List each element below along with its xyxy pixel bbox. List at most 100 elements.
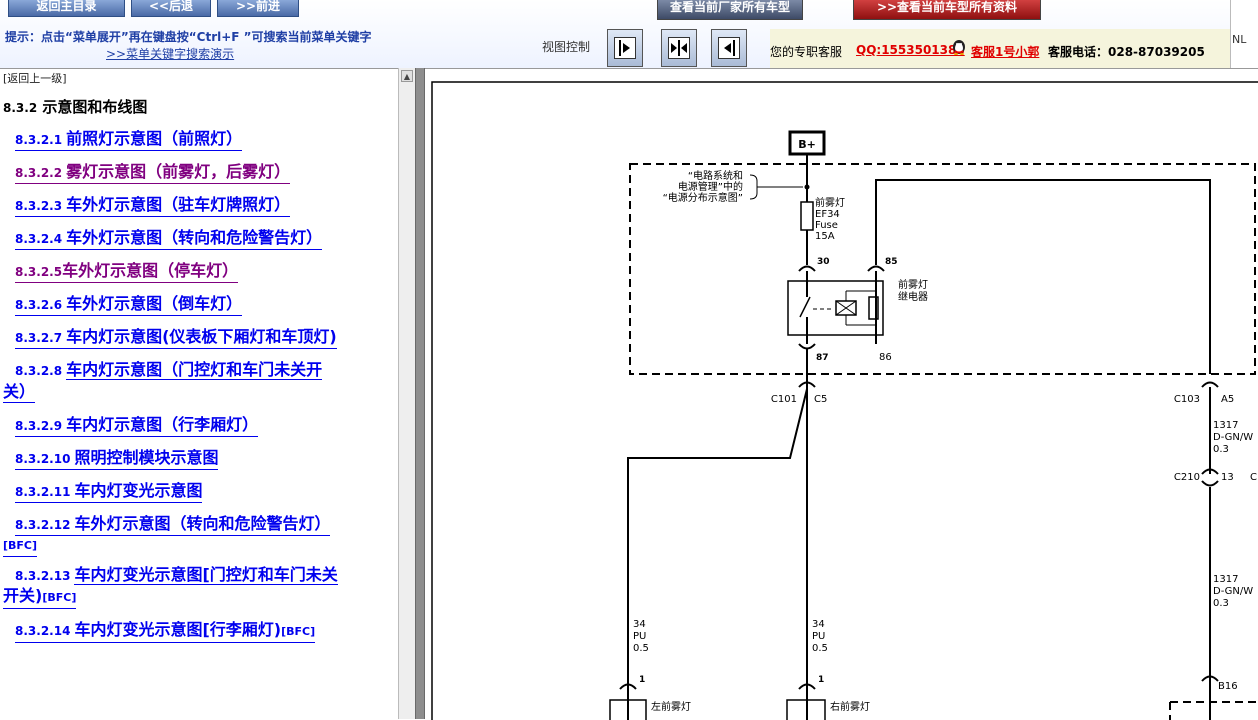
menu-item-1[interactable]: 8.3.2.1 前照灯示意图（前照灯） — [15, 129, 243, 151]
menu-item-number: 8.3.2.7 — [15, 331, 63, 345]
scroll-up-icon[interactable]: ▲ — [401, 70, 413, 82]
view-expand-right-button[interactable] — [607, 29, 643, 67]
service-agent-link[interactable]: 客服1号小郭 — [971, 43, 1039, 60]
menu-item-number: 8.3.2.14 — [15, 624, 71, 638]
menu-item-title: 雾灯示意图（前雾灯，后雾灯） — [66, 162, 291, 181]
view-control-label: 视图控制 — [542, 40, 591, 54]
menu-item-10[interactable]: 8.3.2.10 照明控制模块示意图 — [15, 448, 219, 470]
menu-item-3[interactable]: 8.3.2.3 车外灯示意图（驻车灯牌照灯） — [15, 195, 291, 217]
left-fog-lamp-label: 左前雾灯 — [651, 700, 691, 713]
wire-1317-a-size: 0.3 — [1213, 444, 1229, 455]
menu-item-number: 8.3.2.1 — [15, 133, 63, 147]
view-expand-left-button[interactable] — [711, 29, 747, 67]
home-button[interactable]: 返回主目录 — [8, 0, 125, 17]
menu-item-title: 车内灯变光示意图[门控灯和车门未关 — [74, 565, 338, 585]
menu-item-title: 前照灯示意图（前照灯） — [66, 129, 243, 148]
menu-item-title: 车外灯示意图（驻车灯牌照灯） — [66, 195, 291, 214]
menu-item-title: 车外灯示意图（转向和危险警告灯） — [74, 514, 331, 533]
menu-item-12[interactable]: 8.3.2.12 车外灯示意图（转向和危险警告灯） — [15, 514, 331, 536]
bfc-tag: [BFC] — [42, 591, 77, 604]
service-qq-link[interactable]: QQ:1553501388 — [856, 43, 965, 57]
fuse-label-2: EF34 — [815, 209, 840, 220]
fuse-label-4: 15A — [815, 231, 835, 242]
pin-87-label: 87 — [816, 353, 829, 363]
menu-item-number: 8.3.2.3 — [15, 199, 63, 213]
pin-30-label: 30 — [817, 257, 830, 267]
menu-item-13[interactable]: 8.3.2.13 车内灯变光示意图[门控灯和车门未关 — [15, 565, 338, 586]
menu-item-8[interactable]: 8.3.2.8 车内灯示意图（门控灯和车门未关开 — [15, 360, 323, 381]
menu-item-13-cont[interactable]: 开关)[BFC] — [3, 586, 77, 609]
conn-c101-label: C101 — [771, 394, 797, 405]
menu-item-4[interactable]: 8.3.2.4 车外灯示意图（转向和危险警告灯） — [15, 228, 323, 250]
menu-item-number: 8.3.2.2 — [15, 166, 63, 180]
menu-item-number: 8.3.2.10 — [15, 452, 71, 466]
qq-penguin-icon[interactable] — [950, 37, 968, 55]
menu-item-title-cont: 关） — [3, 382, 36, 401]
menu-item-title: 车内灯示意图（门控灯和车门未关开 — [66, 360, 323, 380]
conn-c5-label: C5 — [814, 394, 827, 405]
conn-edge-label: C — [1250, 472, 1257, 483]
bfc-tag: [BFC] — [3, 539, 38, 552]
service-phone: 客服电话：028-87039205 — [1048, 45, 1205, 59]
customer-service-box: 您的专职客服 QQ:1553501388 客服1号小郭 客服电话：028-870… — [770, 29, 1230, 68]
ref-note-line3: “电源分布示意图” — [663, 191, 743, 204]
menu-item-title: 车外灯示意图（倒车灯） — [66, 294, 243, 313]
wire-34-left-size: 0.5 — [633, 643, 649, 654]
section-heading: 8.3.2 示意图和布线图 — [3, 96, 147, 117]
menu-item-number: 8.3.2.4 — [15, 232, 63, 246]
menu-item-number: 8.3.2.5 — [15, 265, 63, 279]
back-button[interactable]: <<后退 — [131, 0, 211, 17]
menu-item-title: 车内灯变光示意图 — [74, 481, 203, 500]
pin-86-label: 86 — [879, 352, 892, 363]
pin-85-label: 85 — [885, 257, 898, 267]
menu-pane: [返回上一级] 8.3.2 示意图和布线图 8.3.2.1 前照灯示意图（前照灯）… — [0, 68, 398, 720]
wire-1317-a-num: 1317 — [1213, 420, 1238, 431]
service-label: 您的专职客服 — [770, 45, 843, 59]
view-split-button[interactable] — [661, 29, 697, 67]
diagram-frame — [431, 81, 1258, 720]
menu-item-8-cont[interactable]: 关） — [3, 382, 36, 403]
section-number: 8.3.2 — [3, 101, 38, 115]
diagram-pane: B+ “电路系统和 电源管理”中的 “电源分布示意图” 前雾灯 EF34 Fus… — [425, 68, 1258, 720]
menu-item-number: 8.3.2.6 — [15, 298, 63, 312]
view-brand-models-button[interactable]: 查看当前厂家所有车型 — [657, 0, 803, 20]
fuse-symbol — [800, 201, 814, 231]
fuse-label-1: 前雾灯 — [815, 196, 845, 209]
menu-item-2[interactable]: 8.3.2.2 雾灯示意图（前雾灯，后雾灯） — [15, 162, 291, 184]
menu-item-5[interactable]: 8.3.2.5车外灯示意图（停车灯） — [15, 261, 239, 283]
wire-1317-a-color: D-GN/W — [1213, 432, 1253, 443]
menu-item-title: 照明控制模块示意图 — [74, 448, 219, 467]
menu-item-number: 8.3.2.11 — [15, 485, 71, 499]
wire-34-right-size: 0.5 — [812, 643, 828, 654]
edge-text-line1: NL — [1232, 33, 1247, 46]
forward-button[interactable]: >>前进 — [217, 0, 299, 17]
wire-1317-b-color: D-GN/W — [1213, 586, 1253, 597]
conn-b16-label: B16 — [1218, 681, 1238, 692]
menu-item-11[interactable]: 8.3.2.11 车内灯变光示意图 — [15, 481, 203, 503]
menu-item-title: 车内灯变光示意图[行李厢灯) — [74, 620, 282, 639]
menu-scrollbar[interactable]: ▲ — [398, 68, 415, 719]
menu-item-number: 8.3.2.9 — [15, 419, 63, 433]
conn-13-label: 13 — [1221, 472, 1234, 483]
menu-item-12-suffix[interactable]: [BFC] — [3, 534, 38, 557]
search-demo-link[interactable]: >>菜单关键字搜索演示 — [106, 45, 234, 62]
wiring-diagram: B+ “电路系统和 电源管理”中的 “电源分布示意图” 前雾灯 EF34 Fus… — [431, 81, 1258, 720]
back-up-link[interactable]: [返回上一级] — [3, 70, 67, 86]
wire-34-right-num: 34 — [812, 619, 825, 630]
pane-splitter[interactable] — [415, 68, 425, 719]
menu-item-6[interactable]: 8.3.2.6 车外灯示意图（倒车灯） — [15, 294, 243, 316]
fuse-label-3: Fuse — [815, 220, 838, 231]
relay-label-2: 继电器 — [898, 290, 928, 303]
menu-item-number: 8.3.2.13 — [15, 569, 71, 583]
view-model-docs-button[interactable]: >>查看当前车型所有资料 — [853, 0, 1041, 20]
menu-item-14[interactable]: 8.3.2.14 车内灯变光示意图[行李厢灯)[BFC] — [15, 620, 316, 643]
menu-item-7[interactable]: 8.3.2.7 车内灯示意图(仪表板下厢灯和车顶灯) — [15, 327, 337, 349]
menu-item-title-cont: 开关) — [3, 586, 43, 605]
ref-note-line2: 电源管理”中的 — [678, 180, 743, 193]
menu-item-title: 车内灯示意图(仪表板下厢灯和车顶灯) — [66, 327, 337, 346]
wire-34-right-color: PU — [812, 631, 825, 642]
conn-a5-label: A5 — [1221, 394, 1234, 405]
menu-item-number: 8.3.2.12 — [15, 518, 71, 532]
menu-item-9[interactable]: 8.3.2.9 车内灯示意图（行李厢灯） — [15, 415, 259, 437]
section-title: 示意图和布线图 — [42, 98, 148, 116]
